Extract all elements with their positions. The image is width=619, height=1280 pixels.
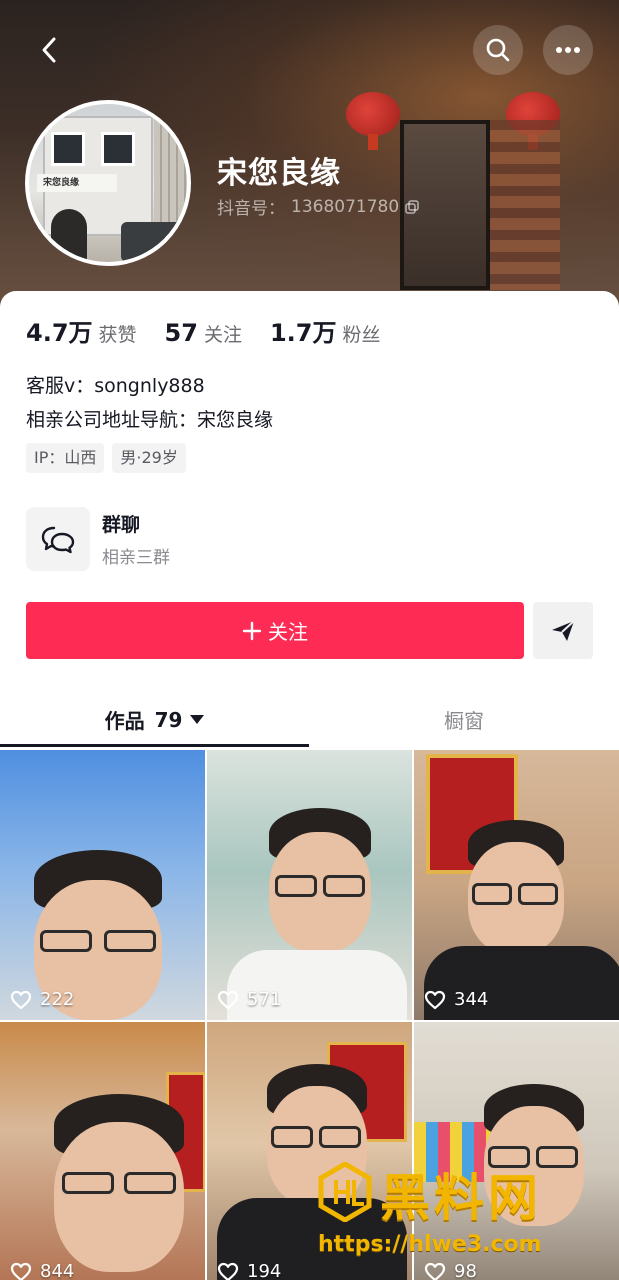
- video-person-glasses: [472, 883, 512, 905]
- stat-value: 1.7万: [269, 319, 337, 347]
- follow-button[interactable]: 关注: [26, 602, 524, 659]
- video-person-glasses: [319, 1126, 361, 1148]
- group-chat-entry[interactable]: 群聊 相亲三群: [26, 507, 170, 571]
- lantern-decoration: [346, 92, 400, 150]
- chevron-left-icon: [42, 37, 56, 63]
- video-thumbnail[interactable]: 844: [0, 1022, 205, 1280]
- watermark-overlay: 黑料网 https://hlwe3.com: [318, 1158, 618, 1278]
- profile-tags: IP：山西 男·29岁: [26, 443, 186, 473]
- stat-following[interactable]: 57 关注: [165, 319, 242, 347]
- caret-down-icon[interactable]: [190, 715, 205, 724]
- ip-location-tag: IP：山西: [26, 443, 105, 473]
- bio-line-contact: 客服v：songnly888: [26, 375, 205, 397]
- heart-icon: [10, 1262, 32, 1280]
- tab-shop-window[interactable]: 橱窗: [309, 691, 619, 748]
- video-like-count: 194: [217, 1261, 281, 1280]
- video-person-glasses: [518, 883, 558, 905]
- heart-icon: [424, 990, 446, 1009]
- back-button[interactable]: [24, 25, 74, 75]
- video-like-count: 571: [217, 989, 281, 1010]
- stat-followers[interactable]: 1.7万 粉丝: [270, 313, 381, 348]
- video-person-glasses: [323, 875, 365, 897]
- video-like-count-value: 344: [454, 989, 489, 1010]
- group-chat-subtitle: 相亲三群: [102, 548, 170, 568]
- group-chat-text: 群聊 相亲三群: [102, 510, 170, 568]
- more-dots-icon: [556, 47, 580, 53]
- video-person-glasses: [62, 1172, 114, 1194]
- heart-icon: [217, 990, 239, 1009]
- watermark-logo-icon: [318, 1162, 372, 1222]
- profile-display-name: 宋您良缘: [217, 156, 341, 191]
- stat-label: 获赞: [98, 324, 137, 346]
- video-person-face: [54, 1122, 184, 1272]
- video-like-count: 344: [424, 989, 488, 1010]
- video-thumbnail[interactable]: 222: [0, 750, 205, 1020]
- bio-line-address: 相亲公司地址导航：宋您良缘: [26, 409, 274, 431]
- profile-card: 4.7万 获赞 57 关注 1.7万 粉丝 客服v：songnly888 相亲公…: [0, 291, 619, 1280]
- heart-icon: [10, 990, 32, 1009]
- chat-bubbles-icon: [41, 526, 75, 554]
- douyin-id-label: 抖音号：: [217, 199, 285, 219]
- avatar-window: [101, 132, 135, 166]
- video-person-glasses: [271, 1126, 313, 1148]
- share-button[interactable]: [533, 602, 593, 659]
- tab-works-count: 79: [154, 707, 183, 732]
- stat-likes[interactable]: 4.7万 获赞: [26, 313, 137, 348]
- stat-label: 关注: [203, 324, 242, 346]
- video-like-count-value: 194: [247, 1261, 282, 1280]
- video-like-count-value: 844: [40, 1261, 75, 1280]
- avatar-window: [51, 132, 85, 166]
- video-like-count-value: 222: [40, 989, 75, 1010]
- more-options-button[interactable]: [543, 25, 593, 75]
- tab-works-label: 作品: [104, 709, 145, 733]
- douyin-id-value: 1368071780: [291, 196, 400, 217]
- video-like-count-value: 571: [247, 989, 282, 1010]
- avatar-arch: [51, 209, 87, 259]
- avatar[interactable]: 宋您良缘: [25, 100, 191, 266]
- active-tab-indicator: [0, 744, 309, 747]
- gender-age-tag: 男·29岁: [112, 443, 186, 473]
- video-person-glasses: [104, 930, 156, 952]
- tab-shop-label: 橱窗: [444, 709, 484, 733]
- search-icon: [486, 38, 510, 62]
- watermark-title: 黑料网: [380, 1169, 542, 1227]
- background-shelf: [490, 120, 560, 290]
- video-thumbnail[interactable]: 344: [414, 750, 619, 1020]
- group-chat-icon-box: [26, 507, 90, 571]
- profile-stats: 4.7万 获赞 57 关注 1.7万 粉丝: [26, 313, 408, 348]
- video-like-count: 222: [10, 989, 74, 1010]
- avatar-sign: 宋您良缘: [37, 174, 117, 192]
- douyin-id-row[interactable]: 抖音号： 1368071780: [217, 194, 419, 219]
- watermark-url: https://hlwe3.com: [318, 1232, 542, 1257]
- plus-icon: [242, 621, 262, 640]
- heart-icon: [217, 1262, 239, 1280]
- profile-bio: 客服v：songnly888 相亲公司地址导航：宋您良缘: [26, 369, 273, 437]
- video-like-count: 844: [10, 1261, 74, 1280]
- follow-button-label: 关注: [268, 620, 308, 644]
- video-person-glasses: [124, 1172, 176, 1194]
- search-button[interactable]: [473, 25, 523, 75]
- video-person-glasses: [275, 875, 317, 897]
- tab-works[interactable]: 作品 79: [0, 691, 309, 748]
- video-thumbnail[interactable]: 571: [207, 750, 412, 1020]
- group-chat-title: 群聊: [102, 514, 141, 536]
- avatar-car: [121, 222, 187, 262]
- content-tabs: 作品 79 橱窗: [0, 691, 619, 748]
- send-icon: [552, 619, 575, 641]
- stat-value: 4.7万: [26, 319, 93, 347]
- video-person-glasses: [40, 930, 92, 952]
- stat-value: 57: [164, 319, 198, 347]
- stat-label: 粉丝: [342, 324, 381, 346]
- copy-icon[interactable]: [405, 199, 419, 214]
